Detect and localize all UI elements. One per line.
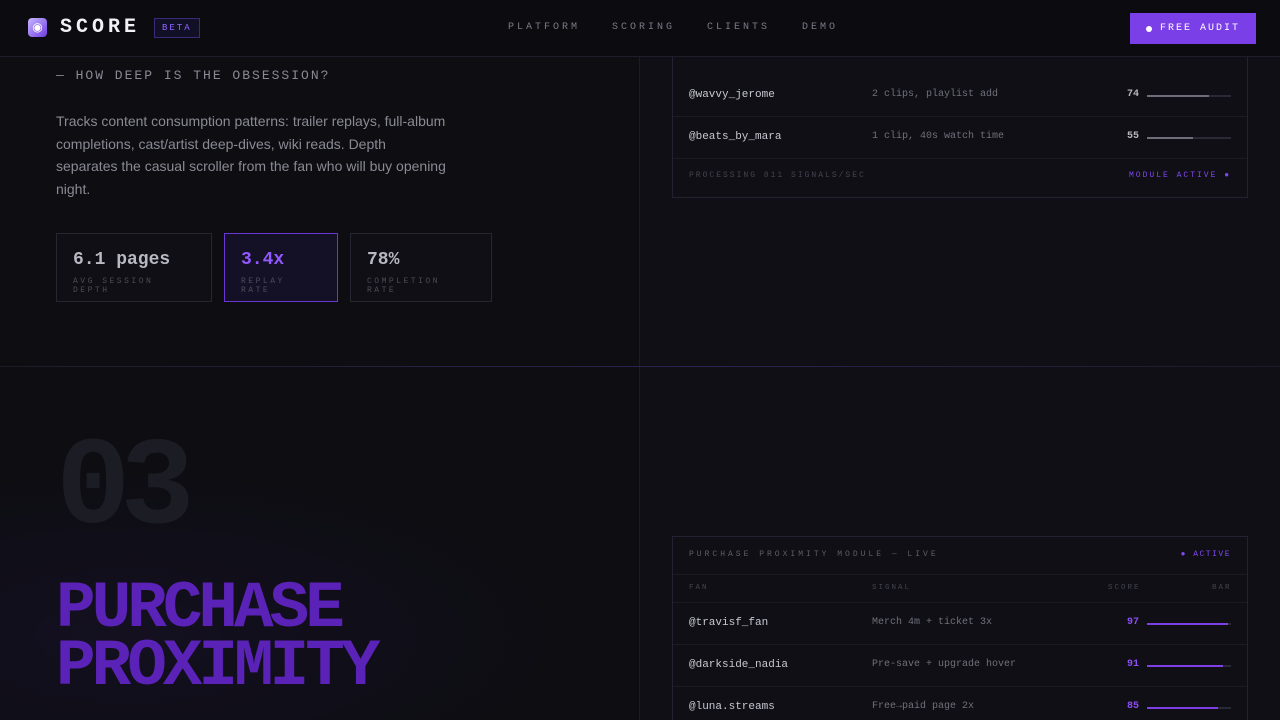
- stat-value: 3.4x: [241, 250, 285, 270]
- signal-text: 2 clips, playlist add: [872, 89, 999, 100]
- stat-value: 6.1 pages: [73, 250, 171, 270]
- score-bar-fill: [1147, 707, 1219, 709]
- stat-label: AVG SESSION DEPTH: [73, 277, 154, 295]
- signal-text: Free→paid page 2x: [872, 701, 975, 712]
- score-value: 85: [1126, 701, 1139, 712]
- panel-title: PURCHASE PROXIMITY MODULE — LIVE: [689, 550, 939, 559]
- score-bar: [1147, 95, 1231, 97]
- nav-link-scoring[interactable]: SCORING: [612, 22, 675, 33]
- dot-icon: [1145, 25, 1152, 32]
- score-bar-fill: [1147, 95, 1210, 97]
- table-row[interactable]: @beats_by_mara 1 clip, 40s watch time 55: [673, 117, 1247, 159]
- score-value: 55: [1126, 131, 1139, 142]
- table-row[interactable]: @travisf_fan Merch 4m + ticket 3x 97: [673, 603, 1247, 645]
- column-header-score: SCORE: [1108, 584, 1141, 592]
- table-row[interactable]: @darkside_nadia Pre-save + upgrade hover…: [673, 645, 1247, 687]
- module-active-status: MODULE ACTIVE ●: [1128, 171, 1231, 180]
- nav-link-clients[interactable]: CLIENTS: [707, 22, 770, 33]
- score-bar: [1147, 623, 1231, 625]
- stat-value: 78%: [367, 250, 400, 270]
- stat-card-completion-rate: 78% COMPLETION RATE: [350, 233, 492, 302]
- brand[interactable]: ◉ SCORE BETA: [28, 16, 200, 39]
- score-bar: [1147, 707, 1231, 709]
- logo-icon: ◉: [28, 18, 47, 37]
- fan-handle: @beats_by_mara: [689, 131, 782, 143]
- nav-links: PLATFORM SCORING CLIENTS DEMO: [508, 22, 838, 33]
- fan-handle: @travisf_fan: [689, 617, 769, 629]
- score-bar: [1147, 665, 1231, 667]
- section-question: — HOW DEEP IS THE OBSESSION?: [56, 68, 331, 83]
- free-audit-button[interactable]: FREE AUDIT: [1130, 13, 1256, 44]
- panel-header: PURCHASE PROXIMITY MODULE — LIVE ● ACTIV…: [673, 537, 1247, 575]
- fan-handle: @wavvy_jerome: [689, 89, 775, 101]
- section-title-line-2: PROXIMITY: [56, 629, 380, 704]
- active-status: ● ACTIVE: [1180, 550, 1231, 559]
- score-value: 74: [1126, 89, 1139, 100]
- score-bar: [1147, 137, 1231, 139]
- column-header-bar: BAR: [1212, 584, 1232, 592]
- stat-card-replay-rate: 3.4x REPLAY RATE: [224, 233, 338, 302]
- fan-handle: @darkside_nadia: [689, 659, 789, 671]
- stat-card-session-depth: 6.1 pages AVG SESSION DEPTH: [56, 233, 212, 302]
- free-audit-label: FREE AUDIT: [1159, 23, 1240, 34]
- beta-badge: BETA: [154, 17, 200, 38]
- section-number: 03: [56, 420, 195, 560]
- nav-link-demo[interactable]: DEMO: [802, 22, 838, 33]
- nav-link-platform[interactable]: PLATFORM: [508, 22, 580, 33]
- score-bar-fill: [1147, 623, 1229, 625]
- score-bar-fill: [1147, 137, 1194, 139]
- stat-label: REPLAY RATE: [241, 277, 285, 295]
- stat-label: COMPLETION RATE: [367, 277, 441, 295]
- section-divider: [0, 366, 1280, 367]
- purchase-proximity-panel: PURCHASE PROXIMITY MODULE — LIVE ● ACTIV…: [672, 536, 1248, 720]
- column-header-fan: FAN: [689, 584, 709, 592]
- table-header: FAN SIGNAL SCORE BAR: [673, 575, 1247, 603]
- section-description: Tracks content consumption patterns: tra…: [56, 113, 446, 197]
- column-header-signal: SIGNAL: [872, 584, 912, 592]
- signal-text: Merch 4m + ticket 3x: [872, 617, 993, 628]
- score-bar-fill: [1147, 665, 1224, 667]
- score-value: 97: [1126, 617, 1139, 628]
- fan-handle: @luna.streams: [689, 701, 775, 713]
- top-navbar: ◉ SCORE BETA PLATFORM SCORING CLIENTS DE…: [0, 0, 1280, 57]
- section-title: PURCHASE PROXIMITY: [56, 576, 380, 704]
- signal-text: 1 clip, 40s watch time: [872, 131, 1005, 142]
- processing-status: PROCESSING 811 SIGNALS/SEC: [689, 171, 866, 180]
- signal-text: Pre-save + upgrade hover: [872, 659, 1017, 670]
- table-row[interactable]: @wavvy_jerome 2 clips, playlist add 74: [673, 75, 1247, 117]
- table-row[interactable]: @luna.streams Free→paid page 2x 85: [673, 687, 1247, 720]
- score-value: 91: [1126, 659, 1139, 670]
- brand-name: SCORE: [60, 16, 141, 39]
